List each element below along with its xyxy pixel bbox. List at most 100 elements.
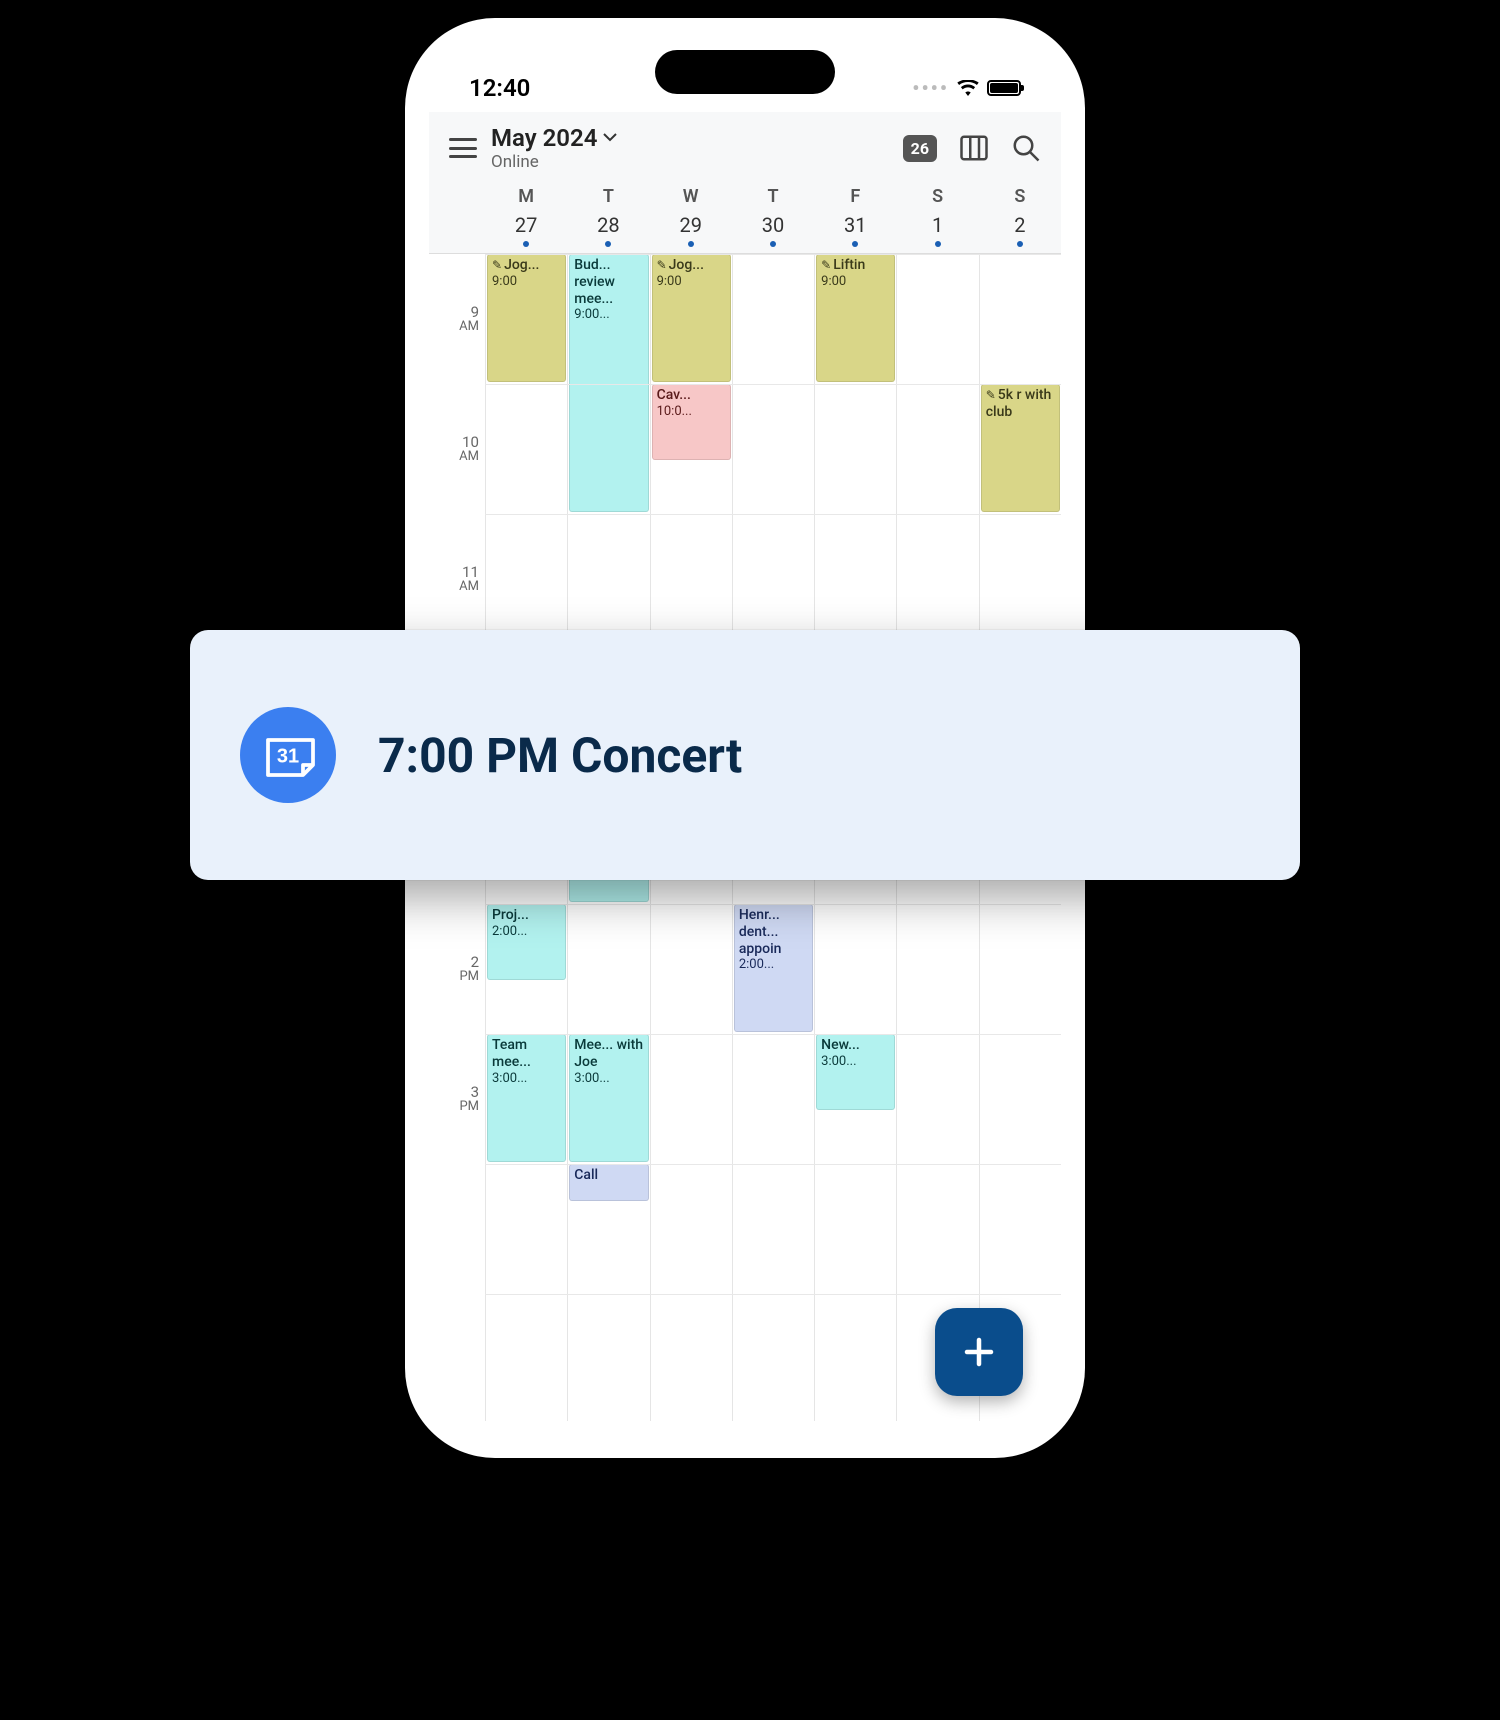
calendar-event[interactable]: Bud... review mee...9:00... <box>569 254 648 512</box>
weekday-label: S <box>979 186 1061 207</box>
calendar-app-icon: 31 <box>240 707 336 803</box>
hour-label: 2PM <box>429 904 479 1034</box>
event-time: 9:00 <box>492 274 561 290</box>
weekdate-number: 27 <box>515 213 537 237</box>
event-dot-icon <box>688 241 694 247</box>
weekdate-cell[interactable]: 27 <box>485 213 567 247</box>
event-time: 3:00... <box>492 1071 561 1087</box>
event-label: Jog... <box>504 257 539 273</box>
event-time: 2:00... <box>492 924 561 940</box>
calendar-event[interactable]: ✎Jog...9:00 <box>652 254 731 382</box>
month-label: May 2024 <box>491 124 597 152</box>
menu-button[interactable] <box>449 138 477 158</box>
wifi-icon <box>957 80 979 96</box>
pencil-icon: ✎ <box>492 258 502 272</box>
calendar-event[interactable]: ✎Liftin9:00 <box>816 254 895 382</box>
weekdate-number: 30 <box>762 213 784 237</box>
event-label: New... <box>821 1037 860 1053</box>
hour-label: 11AM <box>429 514 479 644</box>
weekdate-cell[interactable]: 31 <box>814 213 896 247</box>
event-label: Liftin <box>833 257 865 273</box>
cellular-dots-icon: •••• <box>912 76 949 100</box>
event-time: 10:0... <box>657 404 726 420</box>
today-button[interactable]: 26 <box>903 135 937 162</box>
event-dot-icon <box>1017 241 1023 247</box>
notification-text: 7:00 PM Concert <box>378 727 742 784</box>
pencil-icon: ✎ <box>986 388 996 402</box>
weekdate-cell[interactable]: 30 <box>732 213 814 247</box>
weekdate-number: 31 <box>844 213 866 237</box>
weekdate-number: 28 <box>597 213 619 237</box>
event-dot-icon <box>852 241 858 247</box>
calendar-event[interactable]: Cav...10:0... <box>652 384 731 460</box>
calendar-event[interactable]: New...3:00... <box>816 1034 895 1110</box>
chevron-down-icon <box>603 133 617 143</box>
event-label: Proj... <box>492 907 529 923</box>
event-label: Jog... <box>669 257 704 273</box>
svg-text:31: 31 <box>277 746 299 768</box>
event-time: 9:00 <box>657 274 726 290</box>
weekday-row: MTWTFSS <box>485 186 1061 207</box>
weekdate-number: 1 <box>932 213 943 237</box>
event-time: 3:00... <box>821 1054 890 1070</box>
month-picker[interactable]: May 2024 <box>491 124 889 152</box>
phone-notch <box>655 50 835 94</box>
hour-line <box>485 254 1061 255</box>
calendar-event[interactable]: Mee... with Joe3:00... <box>569 1034 648 1162</box>
calendar-event[interactable]: Proj...2:00... <box>487 904 566 980</box>
calendar-event[interactable]: Henr... dent... appoin2:00... <box>734 904 813 1032</box>
weekdate-number: 29 <box>679 213 701 237</box>
notification-card[interactable]: 31 7:00 PM Concert <box>190 630 1300 880</box>
weekday-label: M <box>485 186 567 207</box>
weekday-label: T <box>732 186 814 207</box>
weekday-label: S <box>896 186 978 207</box>
status-indicators: •••• <box>912 76 1021 100</box>
battery-icon <box>987 80 1021 96</box>
hour-line <box>485 514 1061 515</box>
event-label: Bud... review mee... <box>574 257 615 307</box>
event-label: Team mee... <box>492 1037 531 1070</box>
hour-line <box>485 384 1061 385</box>
event-label: Henr... dent... appoin <box>739 907 782 957</box>
pencil-icon: ✎ <box>821 258 831 272</box>
pencil-icon: ✎ <box>657 258 667 272</box>
calendar-event[interactable]: Team mee...3:00... <box>487 1034 566 1162</box>
event-dot-icon <box>523 241 529 247</box>
event-time: 3:00... <box>574 1071 643 1087</box>
event-time: 9:00 <box>821 274 890 290</box>
weekdate-cell[interactable]: 28 <box>567 213 649 247</box>
event-label: Mee... with Joe <box>574 1037 643 1070</box>
hour-line <box>485 904 1061 905</box>
hour-label: 10AM <box>429 384 479 514</box>
hour-line <box>485 1034 1061 1035</box>
hour-line <box>485 1294 1061 1295</box>
event-dot-icon <box>770 241 776 247</box>
status-time: 12:40 <box>469 74 530 102</box>
calendar-event[interactable]: ✎Jog...9:00 <box>487 254 566 382</box>
weekdate-cell[interactable]: 2 <box>979 213 1061 247</box>
add-event-button[interactable] <box>935 1308 1023 1396</box>
week-bar: MTWTFSS 272829303112 <box>429 178 1061 254</box>
calendar-event[interactable]: Call <box>569 1164 648 1201</box>
view-columns-icon[interactable] <box>959 133 989 163</box>
hour-label: 3PM <box>429 1034 479 1164</box>
hour-label: 9AM <box>429 254 479 384</box>
event-time: 9:00... <box>574 307 643 323</box>
plus-icon <box>961 1334 997 1370</box>
weekdate-number: 2 <box>1014 213 1025 237</box>
weekday-label: W <box>650 186 732 207</box>
event-time: 2:00... <box>739 957 808 973</box>
event-dot-icon <box>935 241 941 247</box>
weekdate-row: 27 28 29 30 31 1 2 <box>485 213 1061 247</box>
weekdate-cell[interactable]: 29 <box>650 213 732 247</box>
status-subtitle: Online <box>491 152 889 172</box>
hour-line <box>485 1164 1061 1165</box>
weekdate-cell[interactable]: 1 <box>896 213 978 247</box>
event-dot-icon <box>605 241 611 247</box>
weekday-label: F <box>814 186 896 207</box>
calendar-event[interactable]: ✎5k r with club <box>981 384 1060 512</box>
weekday-label: T <box>567 186 649 207</box>
event-label: Cav... <box>657 387 691 403</box>
app-header: May 2024 Online 26 <box>429 112 1061 178</box>
search-icon[interactable] <box>1011 133 1041 163</box>
